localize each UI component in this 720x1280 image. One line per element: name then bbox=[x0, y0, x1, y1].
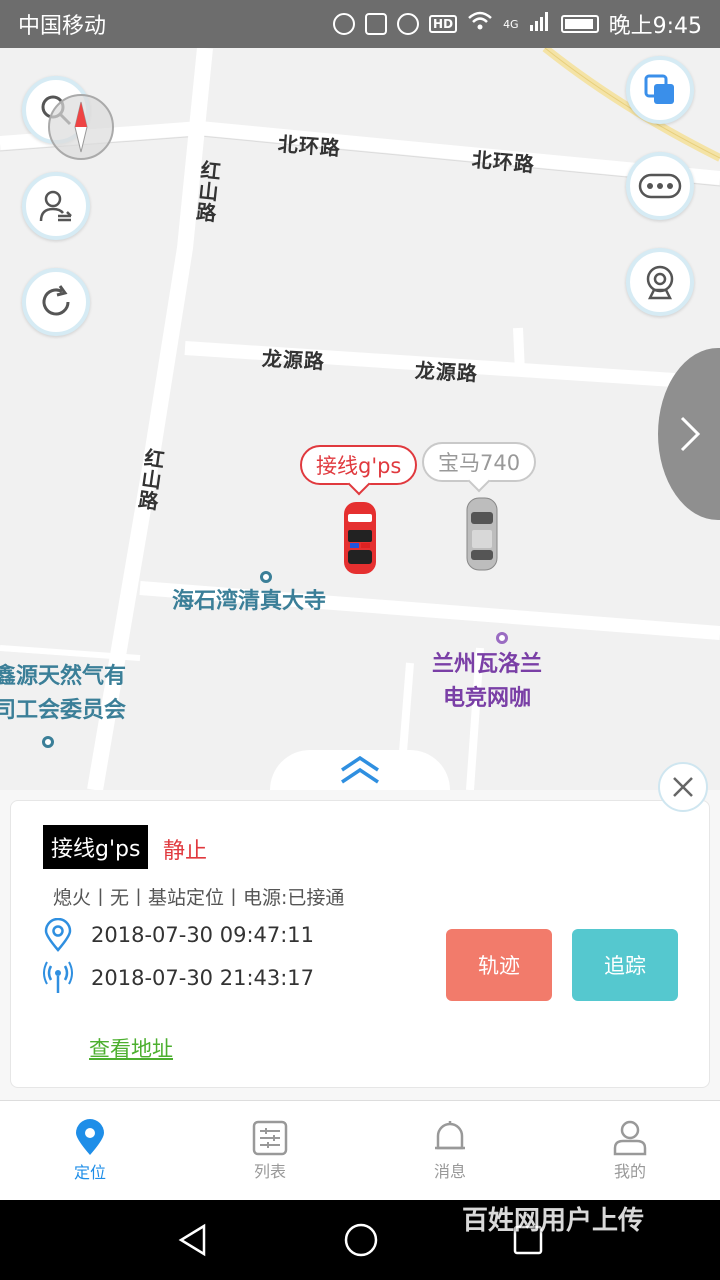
watermark: 百姓网用户上传 bbox=[462, 1206, 645, 1236]
compass-icon[interactable] bbox=[46, 92, 116, 162]
poi-label[interactable]: 鑫源天然气有 司工会委员会 bbox=[0, 660, 126, 728]
tab-label: 消息 bbox=[433, 1161, 466, 1181]
poi-marker[interactable] bbox=[496, 632, 508, 644]
tab-label: 定位 bbox=[73, 1162, 106, 1182]
clock: 晚上9:45 bbox=[608, 14, 702, 39]
status-bar: 中国移动 HD 4G 晚上9:45 bbox=[0, 0, 720, 48]
location-time: 2018-07-30 09:47:11 bbox=[91, 923, 315, 947]
location-time-row: 2018-07-30 09:47:11 bbox=[43, 918, 315, 952]
view-address-link[interactable]: 查看地址 bbox=[89, 1033, 173, 1063]
layers-icon bbox=[644, 74, 674, 104]
status-icons: HD 4G bbox=[333, 10, 599, 38]
vehicle-info-panel: 接线g'ps 静止 熄火丨无丨基站定位丨电源:已接通 2018-07-30 09… bbox=[10, 800, 710, 1088]
device-status: 静止 bbox=[163, 839, 208, 864]
signal-tower-icon bbox=[43, 961, 73, 993]
camera-icon bbox=[646, 265, 674, 300]
location-pin-icon bbox=[44, 918, 72, 952]
signal-icon bbox=[529, 10, 551, 38]
camera-button[interactable] bbox=[626, 248, 694, 316]
location-status-icon bbox=[333, 13, 356, 35]
map-view[interactable]: 北环路 北环路 红山路 龙源路 龙源路 红山路 海石湾清真大寺 兰州瓦洛兰 电竞… bbox=[0, 48, 720, 790]
tab-location[interactable]: 定位 bbox=[0, 1101, 180, 1200]
close-panel-button[interactable] bbox=[658, 762, 708, 812]
road-label: 北环路 bbox=[277, 131, 342, 161]
list-icon bbox=[252, 1120, 288, 1155]
tab-list[interactable]: 列表 bbox=[180, 1101, 360, 1200]
road-label: 北环路 bbox=[470, 147, 536, 177]
device-info: 熄火丨无丨基站定位丨电源:已接通 bbox=[53, 887, 345, 909]
network-type: 4G bbox=[503, 17, 519, 31]
vehicle-name: 接线g'ps bbox=[316, 454, 402, 478]
user-switch-icon bbox=[39, 190, 72, 222]
device-name: 接线g'ps bbox=[43, 825, 149, 869]
road-label: 龙源路 bbox=[414, 358, 479, 386]
signal-time: 2018-07-30 21:43:17 bbox=[91, 966, 315, 990]
carrier-name: 中国移动 bbox=[18, 14, 107, 39]
car-icon[interactable] bbox=[462, 496, 502, 572]
expand-panel-tab[interactable] bbox=[270, 750, 450, 790]
location-icon bbox=[76, 1118, 104, 1155]
vibrate-icon bbox=[365, 13, 388, 35]
signal-time-row: 2018-07-30 21:43:17 bbox=[43, 961, 315, 994]
hd-icon: HD bbox=[429, 15, 458, 33]
user-switch-button[interactable] bbox=[22, 172, 90, 240]
tab-label: 列表 bbox=[253, 1161, 286, 1181]
user-icon bbox=[613, 1120, 647, 1155]
follow-button[interactable]: 追踪 bbox=[572, 929, 678, 1001]
track-button[interactable]: 轨迹 bbox=[446, 929, 552, 1001]
poi-label[interactable]: 兰州瓦洛兰 电竞网咖 bbox=[432, 648, 542, 716]
chevron-right-icon bbox=[680, 416, 701, 452]
vehicle-name: 宝马740 bbox=[438, 451, 521, 475]
vehicle-label[interactable]: 接线g'ps bbox=[300, 445, 418, 485]
road-label: 龙源路 bbox=[261, 346, 326, 374]
battery-icon bbox=[560, 15, 599, 33]
poi-marker[interactable] bbox=[42, 736, 54, 748]
tab-profile[interactable]: 我的 bbox=[540, 1101, 720, 1200]
more-button[interactable] bbox=[626, 152, 694, 220]
more-icon bbox=[638, 173, 682, 199]
wifi-icon bbox=[467, 10, 493, 38]
tab-label: 我的 bbox=[613, 1161, 646, 1181]
double-chevron-up-icon bbox=[341, 756, 379, 784]
refresh-icon bbox=[42, 285, 70, 316]
vehicle-label[interactable]: 宝马740 bbox=[422, 442, 537, 482]
refresh-button[interactable] bbox=[22, 268, 90, 336]
poi-label[interactable]: 海石湾清真大寺 bbox=[172, 585, 326, 619]
alarm-icon bbox=[397, 13, 420, 35]
back-icon[interactable] bbox=[176, 1223, 210, 1257]
home-icon[interactable] bbox=[343, 1222, 379, 1258]
bell-icon bbox=[435, 1120, 465, 1149]
bottom-tab-bar: 定位 列表 消息 我的 bbox=[0, 1100, 720, 1200]
close-icon bbox=[673, 777, 693, 797]
layers-button[interactable] bbox=[626, 56, 694, 124]
app-root: 中国移动 HD 4G 晚上9:45 北环路 北环路 红山路 龙源路 龙源路 红山… bbox=[0, 0, 720, 1280]
police-car-icon[interactable] bbox=[340, 500, 380, 576]
tab-messages[interactable]: 消息 bbox=[360, 1101, 540, 1200]
poi-marker[interactable] bbox=[260, 571, 272, 583]
